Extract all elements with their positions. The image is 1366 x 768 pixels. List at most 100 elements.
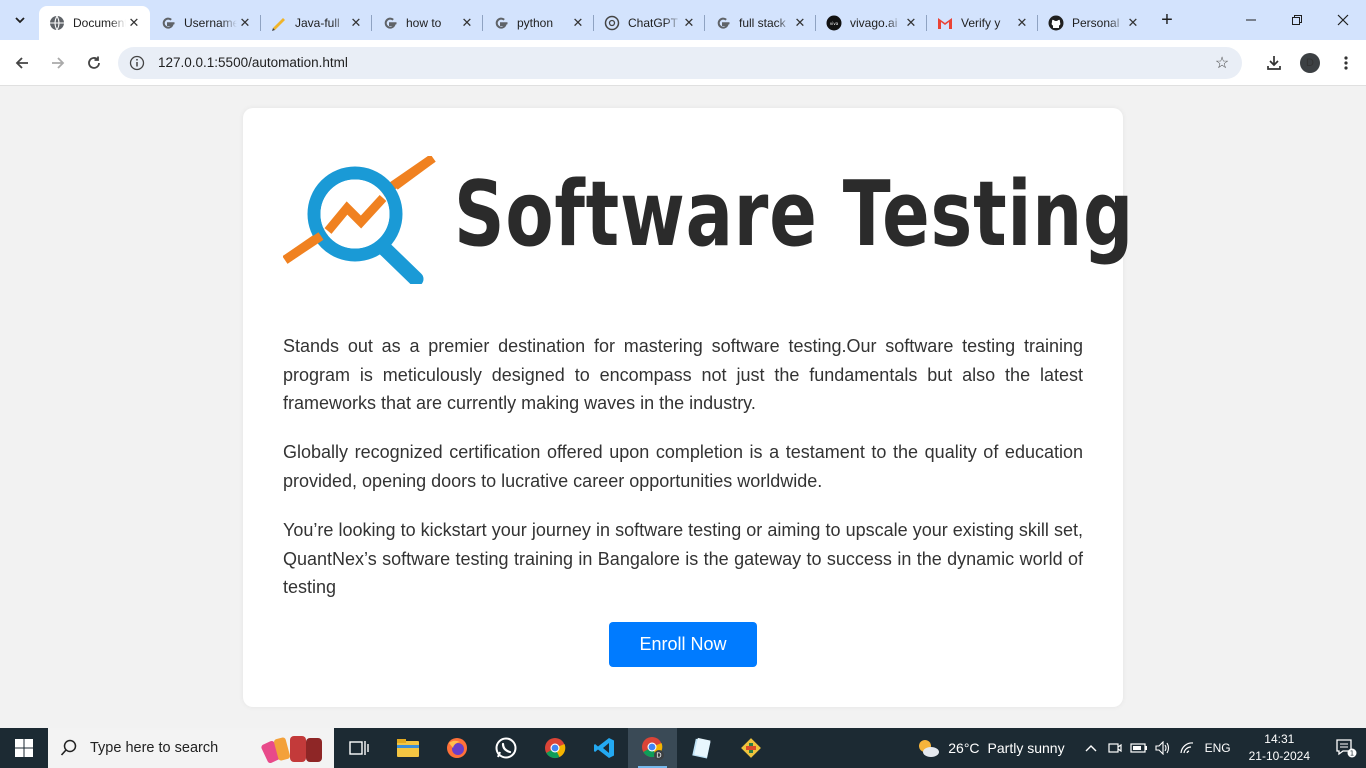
google-icon [160, 15, 176, 31]
logo-wordmark: Software Testing [454, 162, 1135, 267]
windows-start-icon[interactable] [0, 728, 48, 768]
address-bar[interactable]: 127.0.0.1:5500/automation.html ☆ [118, 46, 1242, 79]
browser-tab[interactable]: viva vivago.ai ✕ [816, 6, 927, 40]
back-arrow-icon[interactable] [4, 45, 40, 81]
weather-temp: 26°C [948, 740, 980, 756]
browser-toolbar: 127.0.0.1:5500/automation.html ☆ D [0, 40, 1366, 86]
battery-icon[interactable] [1127, 742, 1151, 754]
tab-close-icon[interactable]: ✕ [792, 15, 808, 31]
notification-center-icon[interactable]: 1 [1326, 728, 1366, 768]
browser-tab[interactable]: ChatGPT ✕ [594, 6, 705, 40]
browser-tab[interactable]: Document ✕ [39, 6, 150, 40]
tab-close-icon[interactable]: ✕ [681, 15, 697, 31]
vscode-icon[interactable] [579, 728, 628, 768]
tab-search-chevron-icon[interactable] [7, 7, 33, 33]
git-app-icon[interactable] [726, 728, 775, 768]
url-text[interactable]: 127.0.0.1:5500/automation.html [158, 55, 1212, 70]
download-icon[interactable] [1256, 45, 1292, 81]
github-icon [1048, 15, 1064, 31]
tab-close-icon[interactable]: ✕ [903, 15, 919, 31]
clock-date: 21-10-2024 [1248, 749, 1310, 763]
tab-close-icon[interactable]: ✕ [1014, 15, 1030, 31]
tab-label: full stack [739, 16, 786, 30]
tab-label: how to [406, 16, 442, 30]
tab-label: python [517, 16, 554, 30]
browser-tab[interactable]: Verify y ✕ [927, 6, 1038, 40]
file-explorer-icon[interactable] [383, 728, 432, 768]
vivago-icon: viva [826, 15, 842, 31]
site-info-icon[interactable] [128, 54, 146, 72]
notepad-icon[interactable] [677, 728, 726, 768]
google-icon [493, 15, 509, 31]
tab-label: vivago.ai [850, 16, 898, 30]
restore-icon[interactable] [1274, 0, 1320, 40]
content-card: Software Testing Stands out as a premier… [243, 108, 1133, 707]
globe-icon [49, 15, 65, 31]
chrome-profile-icon[interactable]: D [628, 728, 677, 768]
browser-tab[interactable]: Java-full ✕ [261, 6, 372, 40]
windows-taskbar: Type here to search D 26°C Partly sunny … [0, 728, 1366, 768]
tab-label: Verify y [961, 16, 1001, 30]
close-window-icon[interactable] [1320, 0, 1366, 40]
browser-tab[interactable]: Personal ✕ [1038, 6, 1149, 40]
reload-icon[interactable] [76, 45, 112, 81]
bookmark-star-icon[interactable]: ☆ [1212, 53, 1232, 73]
tab-label: Document [73, 16, 126, 30]
tab-close-icon[interactable]: ✕ [459, 15, 475, 31]
browser-tab-strip: Document ✕ Username ✕ Java-full ✕ how to ✕ pytho… [0, 0, 1366, 40]
journey-paragraph: You’re looking to kickstart your journey… [283, 520, 1083, 598]
gmail-icon [937, 15, 953, 31]
meet-now-icon[interactable] [1103, 741, 1127, 755]
input-language[interactable]: ENG [1205, 741, 1231, 755]
svg-text:D: D [656, 752, 661, 760]
weather-condition: Partly sunny [987, 740, 1065, 756]
tab-close-icon[interactable]: ✕ [570, 15, 586, 31]
new-tab-button[interactable]: + [1153, 6, 1181, 34]
tab-label: Java-full [295, 16, 340, 30]
tab-close-icon[interactable]: ✕ [348, 15, 364, 31]
certification-paragraph: Globally recognized certification offere… [283, 442, 1083, 491]
software-testing-logo: Software Testing [283, 156, 1133, 284]
window-controls [1228, 0, 1366, 40]
weather-widget[interactable]: 26°C Partly sunny [916, 737, 1065, 759]
search-icon [60, 739, 82, 757]
tab-label: Username [184, 16, 237, 30]
clock-time: 14:31 [1264, 732, 1295, 746]
tab-list: Document ✕ Username ✕ Java-full ✕ how to ✕ pytho… [39, 0, 1149, 40]
google-icon [715, 15, 731, 31]
browser-tab[interactable]: Username ✕ [150, 6, 261, 40]
minimize-icon[interactable] [1228, 0, 1274, 40]
browser-tab[interactable]: how to ✕ [372, 6, 483, 40]
whatsapp-icon[interactable] [481, 728, 530, 768]
search-highlight-decoration-icon [261, 736, 322, 764]
google-icon [382, 15, 398, 31]
tab-label: Personal [1072, 16, 1120, 30]
intro-paragraph: Stands out as a premier destination for … [283, 336, 1083, 414]
notification-count: 1 [1350, 750, 1354, 758]
enroll-now-button[interactable]: Enroll Now [609, 622, 757, 667]
tab-close-icon[interactable]: ✕ [1125, 15, 1141, 31]
profile-avatar[interactable]: D [1300, 52, 1320, 73]
pencil-icon [271, 15, 287, 31]
partly-sunny-icon [919, 740, 940, 757]
chrome-icon[interactable] [530, 728, 579, 768]
taskbar-search-box[interactable]: Type here to search [48, 728, 334, 768]
forward-arrow-icon[interactable] [40, 45, 76, 81]
task-view-icon[interactable] [334, 728, 383, 768]
chevron-up-icon[interactable] [1079, 744, 1103, 752]
browser-tab[interactable]: full stack ✕ [705, 6, 816, 40]
menu-kebab-icon[interactable] [1328, 45, 1364, 81]
chatgpt-icon [604, 15, 620, 31]
firefox-icon[interactable] [432, 728, 481, 768]
tab-label: ChatGPT [628, 16, 679, 30]
wifi-icon[interactable] [1175, 741, 1199, 755]
browser-tab[interactable]: python ✕ [483, 6, 594, 40]
tab-close-icon[interactable]: ✕ [237, 15, 253, 31]
magnifier-chart-icon [283, 156, 436, 284]
tab-close-icon[interactable]: ✕ [126, 15, 142, 31]
volume-icon[interactable] [1151, 741, 1175, 755]
search-placeholder: Type here to search [90, 740, 219, 756]
system-tray: 26°C Partly sunny ENG 14:31 21-10-2024 1 [916, 728, 1366, 768]
clock[interactable]: 14:31 21-10-2024 [1249, 731, 1310, 765]
svg-text:viva: viva [830, 21, 839, 26]
